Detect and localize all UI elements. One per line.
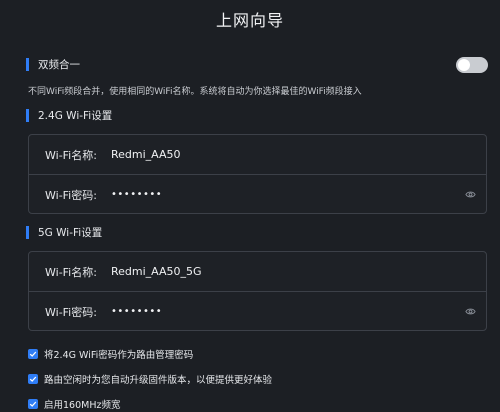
option-label: 路由空闲时为您自动升级固件版本，以便提供更好体验 <box>44 375 273 386</box>
option-checkbox[interactable] <box>28 349 38 359</box>
wifi-5g-password-label: Wi-Fi密码: <box>45 305 97 319</box>
wifi-5g-name-row[interactable]: Wi-Fi名称: Redmi_AA50_5G <box>29 252 486 292</box>
dual-band-label: 双频合一 <box>38 58 80 71</box>
option-label: 启用160MHz频宽 <box>44 400 121 411</box>
wifi-24g-name-row[interactable]: Wi-Fi名称: Redmi_AA50 <box>29 135 486 175</box>
dual-band-description: 不同WiFi频段合并，使用相同的WiFi名称。系统将自动为你选择最佳的WiFi频… <box>28 87 362 97</box>
page-title: 上网向导 <box>215 11 284 30</box>
wifi-24g-name-input[interactable]: Redmi_AA50 <box>111 148 181 161</box>
wifi-5g-name-label: Wi-Fi名称: <box>45 265 97 279</box>
section-marker <box>26 57 29 71</box>
section-marker <box>26 225 29 239</box>
option-auto-upgrade[interactable]: 路由空闲时为您自动升级固件版本，以便提供更好体验 <box>28 373 273 386</box>
check-icon <box>29 376 37 382</box>
wifi-5g-card: Wi-Fi名称: Redmi_AA50_5G Wi-Fi密码: •••••••• <box>28 251 487 331</box>
wifi-5g-password-row[interactable]: Wi-Fi密码: •••••••• <box>29 292 486 331</box>
option-checkbox[interactable] <box>28 374 38 384</box>
wifi-24g-password-input[interactable]: •••••••• <box>111 189 162 200</box>
wifi-24g-card: Wi-Fi名称: Redmi_AA50 Wi-Fi密码: •••••••• <box>28 134 487 214</box>
wifi-24g-section-label: 2.4G Wi-Fi设置 <box>38 109 113 122</box>
eye-icon[interactable] <box>465 189 476 200</box>
wifi-24g-password-label: Wi-Fi密码: <box>45 188 97 202</box>
wifi-24g-name-label: Wi-Fi名称: <box>45 148 97 162</box>
section-marker <box>26 108 29 122</box>
wifi-24g-header: 2.4G Wi-Fi设置 <box>26 108 112 122</box>
eye-icon[interactable] <box>465 306 476 317</box>
wifi-5g-section-label: 5G Wi-Fi设置 <box>38 226 103 239</box>
wifi-5g-header: 5G Wi-Fi设置 <box>26 225 102 239</box>
option-label: 将2.4G WiFi密码作为路由管理密码 <box>44 350 194 361</box>
wifi-5g-name-input[interactable]: Redmi_AA50_5G <box>111 265 202 278</box>
dual-band-header: 双频合一 <box>26 57 80 71</box>
wifi-24g-password-row[interactable]: Wi-Fi密码: •••••••• <box>29 175 486 214</box>
dual-band-toggle[interactable] <box>456 57 488 73</box>
option-160mhz[interactable]: 启用160MHz频宽 <box>28 398 121 411</box>
check-icon <box>29 351 37 357</box>
option-admin-password[interactable]: 将2.4G WiFi密码作为路由管理密码 <box>28 348 194 361</box>
wifi-5g-password-input[interactable]: •••••••• <box>111 306 162 317</box>
option-checkbox[interactable] <box>28 399 38 409</box>
toggle-knob <box>458 59 470 71</box>
check-icon <box>29 401 37 407</box>
